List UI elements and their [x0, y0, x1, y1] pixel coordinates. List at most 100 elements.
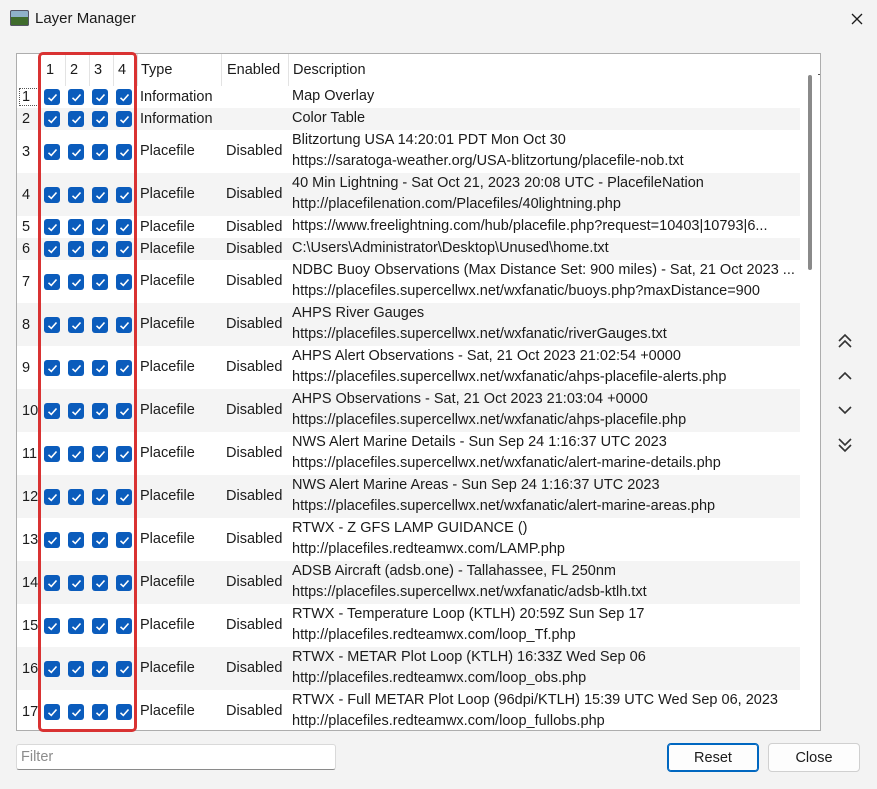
- layer-checkbox-2[interactable]: [68, 403, 84, 419]
- layer-checkbox-1[interactable]: [44, 219, 60, 235]
- layer-checkbox-4[interactable]: [116, 704, 132, 720]
- layer-checkbox-2[interactable]: [68, 704, 84, 720]
- table-row[interactable]: 4 Placefile Disabled 40 Min Lightning - Sat…: [17, 173, 800, 216]
- row-number[interactable]: 9: [17, 346, 41, 389]
- layer-checkbox-3[interactable]: [92, 111, 108, 127]
- table-row[interactable]: 5 Placefile Disabled https://www.freelightn…: [17, 216, 800, 238]
- table-row[interactable]: 17 Placefile Disabled RTWX - Full METAR Plo…: [17, 690, 800, 730]
- layer-checkbox-1[interactable]: [44, 111, 60, 127]
- layer-checkbox-3[interactable]: [92, 317, 108, 333]
- layer-checkbox-1[interactable]: [44, 575, 60, 591]
- table-row[interactable]: 13 Placefile Disabled RTWX - Z GFS LAMP GUI…: [17, 518, 800, 561]
- column-header-3[interactable]: 3: [90, 54, 114, 86]
- column-header-1[interactable]: 1: [42, 54, 66, 86]
- layer-checkbox-2[interactable]: [68, 241, 84, 257]
- table-row[interactable]: 10 Placefile Disabled AHPS Observations - S…: [17, 389, 800, 432]
- table-row[interactable]: 2 Information Color Table: [17, 108, 800, 130]
- layer-checkbox-1[interactable]: [44, 89, 60, 105]
- layer-checkbox-1[interactable]: [44, 446, 60, 462]
- layer-checkbox-4[interactable]: [116, 489, 132, 505]
- layer-checkbox-3[interactable]: [92, 575, 108, 591]
- table-row[interactable]: 11 Placefile Disabled NWS Alert Marine Deta…: [17, 432, 800, 475]
- layer-checkbox-3[interactable]: [92, 274, 108, 290]
- layer-checkbox-3[interactable]: [92, 661, 108, 677]
- layer-checkbox-3[interactable]: [92, 489, 108, 505]
- close-button[interactable]: Close: [768, 743, 860, 772]
- layer-checkbox-1[interactable]: [44, 144, 60, 160]
- layer-checkbox-3[interactable]: [92, 144, 108, 160]
- column-header-enabled[interactable]: Enabled: [223, 54, 289, 86]
- row-number[interactable]: 16: [17, 647, 41, 690]
- vertical-scrollbar[interactable]: [802, 70, 818, 730]
- layer-checkbox-1[interactable]: [44, 317, 60, 333]
- row-number[interactable]: 3: [17, 130, 41, 173]
- column-header-type[interactable]: Type: [137, 54, 222, 86]
- layer-checkbox-1[interactable]: [44, 618, 60, 634]
- reset-button[interactable]: Reset: [667, 743, 759, 772]
- layer-checkbox-1[interactable]: [44, 187, 60, 203]
- layer-checkbox-2[interactable]: [68, 489, 84, 505]
- layer-checkbox-4[interactable]: [116, 241, 132, 257]
- layer-checkbox-1[interactable]: [44, 360, 60, 376]
- layer-checkbox-4[interactable]: [116, 403, 132, 419]
- column-header-4[interactable]: 4: [114, 54, 138, 86]
- table-row[interactable]: 7 Placefile Disabled NDBC Buoy Observations…: [17, 260, 800, 303]
- layer-checkbox-2[interactable]: [68, 618, 84, 634]
- layer-checkbox-1[interactable]: [44, 661, 60, 677]
- row-number[interactable]: 1: [17, 86, 41, 108]
- layer-checkbox-3[interactable]: [92, 219, 108, 235]
- row-number[interactable]: 8: [17, 303, 41, 346]
- layer-checkbox-1[interactable]: [44, 274, 60, 290]
- layer-checkbox-4[interactable]: [116, 219, 132, 235]
- table-row[interactable]: 15 Placefile Disabled RTWX - Temperature Lo…: [17, 604, 800, 647]
- layer-checkbox-4[interactable]: [116, 317, 132, 333]
- layer-checkbox-4[interactable]: [116, 187, 132, 203]
- table-row[interactable]: 3 Placefile Disabled Blitzortung USA 14:20:…: [17, 130, 800, 173]
- layer-checkbox-1[interactable]: [44, 489, 60, 505]
- layer-checkbox-4[interactable]: [116, 618, 132, 634]
- row-number[interactable]: 11: [17, 432, 41, 475]
- filter-input[interactable]: [16, 744, 336, 770]
- row-number[interactable]: 13: [17, 518, 41, 561]
- table-row[interactable]: 8 Placefile Disabled AHPS River Gauges https…: [17, 303, 800, 346]
- move-up-button[interactable]: [832, 363, 857, 389]
- layer-checkbox-2[interactable]: [68, 360, 84, 376]
- table-row[interactable]: 16 Placefile Disabled RTWX - METAR Plot Loo…: [17, 647, 800, 690]
- row-number[interactable]: 17: [17, 690, 41, 730]
- layer-checkbox-4[interactable]: [116, 111, 132, 127]
- row-number[interactable]: 6: [17, 238, 41, 260]
- row-number[interactable]: 5: [17, 216, 41, 238]
- layer-checkbox-1[interactable]: [44, 403, 60, 419]
- layer-checkbox-3[interactable]: [92, 187, 108, 203]
- layer-checkbox-3[interactable]: [92, 241, 108, 257]
- layer-checkbox-2[interactable]: [68, 317, 84, 333]
- layer-checkbox-2[interactable]: [68, 111, 84, 127]
- layer-checkbox-3[interactable]: [92, 89, 108, 105]
- layer-checkbox-1[interactable]: [44, 241, 60, 257]
- layer-checkbox-3[interactable]: [92, 704, 108, 720]
- layer-checkbox-4[interactable]: [116, 575, 132, 591]
- close-window-button[interactable]: [836, 0, 877, 38]
- row-number[interactable]: 7: [17, 260, 41, 303]
- row-number[interactable]: 2: [17, 108, 41, 130]
- layer-checkbox-4[interactable]: [116, 274, 132, 290]
- layer-checkbox-2[interactable]: [68, 89, 84, 105]
- layer-checkbox-2[interactable]: [68, 187, 84, 203]
- layer-checkbox-3[interactable]: [92, 618, 108, 634]
- move-to-top-button[interactable]: [832, 328, 857, 354]
- layer-checkbox-4[interactable]: [116, 360, 132, 376]
- layer-checkbox-3[interactable]: [92, 532, 108, 548]
- layer-checkbox-3[interactable]: [92, 446, 108, 462]
- layer-checkbox-4[interactable]: [116, 446, 132, 462]
- row-number[interactable]: 12: [17, 475, 41, 518]
- table-row[interactable]: 1 Information Map Overlay: [17, 86, 800, 108]
- layer-checkbox-4[interactable]: [116, 144, 132, 160]
- column-header-description[interactable]: Description: [289, 54, 800, 86]
- layer-checkbox-2[interactable]: [68, 219, 84, 235]
- row-number[interactable]: 10: [17, 389, 41, 432]
- move-down-button[interactable]: [832, 397, 857, 423]
- layer-checkbox-1[interactable]: [44, 532, 60, 548]
- table-row[interactable]: 6 Placefile Disabled C:\Users\Administrator…: [17, 238, 800, 260]
- layer-checkbox-3[interactable]: [92, 403, 108, 419]
- layer-checkbox-2[interactable]: [68, 274, 84, 290]
